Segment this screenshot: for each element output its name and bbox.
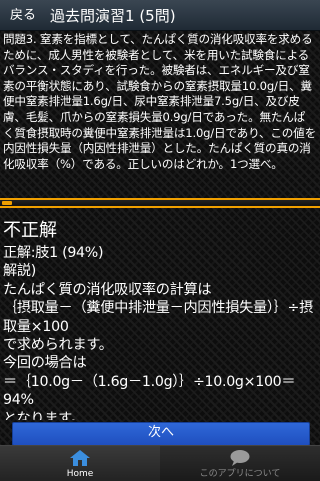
question-text: 問題3. 窒素を指標として、たんぱく質の消化吸収率を求めるために、成人男性を被験…	[3, 32, 316, 171]
tab-home[interactable]: Home	[0, 446, 160, 481]
top-bar: 戻る 過去問演習1 (5問)	[0, 0, 320, 31]
tab-about[interactable]: このアプリについて	[160, 446, 320, 481]
scroll-thumb[interactable]	[2, 201, 12, 205]
next-button[interactable]: 次へ	[12, 422, 310, 446]
correct-answer: 正解:肢1 (94%)	[3, 245, 104, 261]
tab-home-label: Home	[66, 469, 94, 479]
tab-bar: Home このアプリについて	[0, 445, 320, 481]
result-label: 不正解	[3, 220, 57, 241]
answer-panel: 不正解 正解:肢1 (94%) 解説) たんぱく質の消化吸収率の計算は ｛摂取量…	[0, 216, 320, 420]
chat-bubble-icon	[230, 450, 250, 466]
horizontal-scrollbar[interactable]	[0, 198, 320, 208]
back-button[interactable]: 戻る	[6, 4, 40, 26]
page-title: 過去問演習1 (5問)	[50, 6, 176, 25]
home-icon	[70, 450, 90, 466]
explanation-text: 解説) たんぱく質の消化吸収率の計算は ｛摂取量－（糞便中排泄量－内因性損失量）…	[3, 263, 314, 420]
tab-about-label: このアプリについて	[199, 469, 281, 479]
